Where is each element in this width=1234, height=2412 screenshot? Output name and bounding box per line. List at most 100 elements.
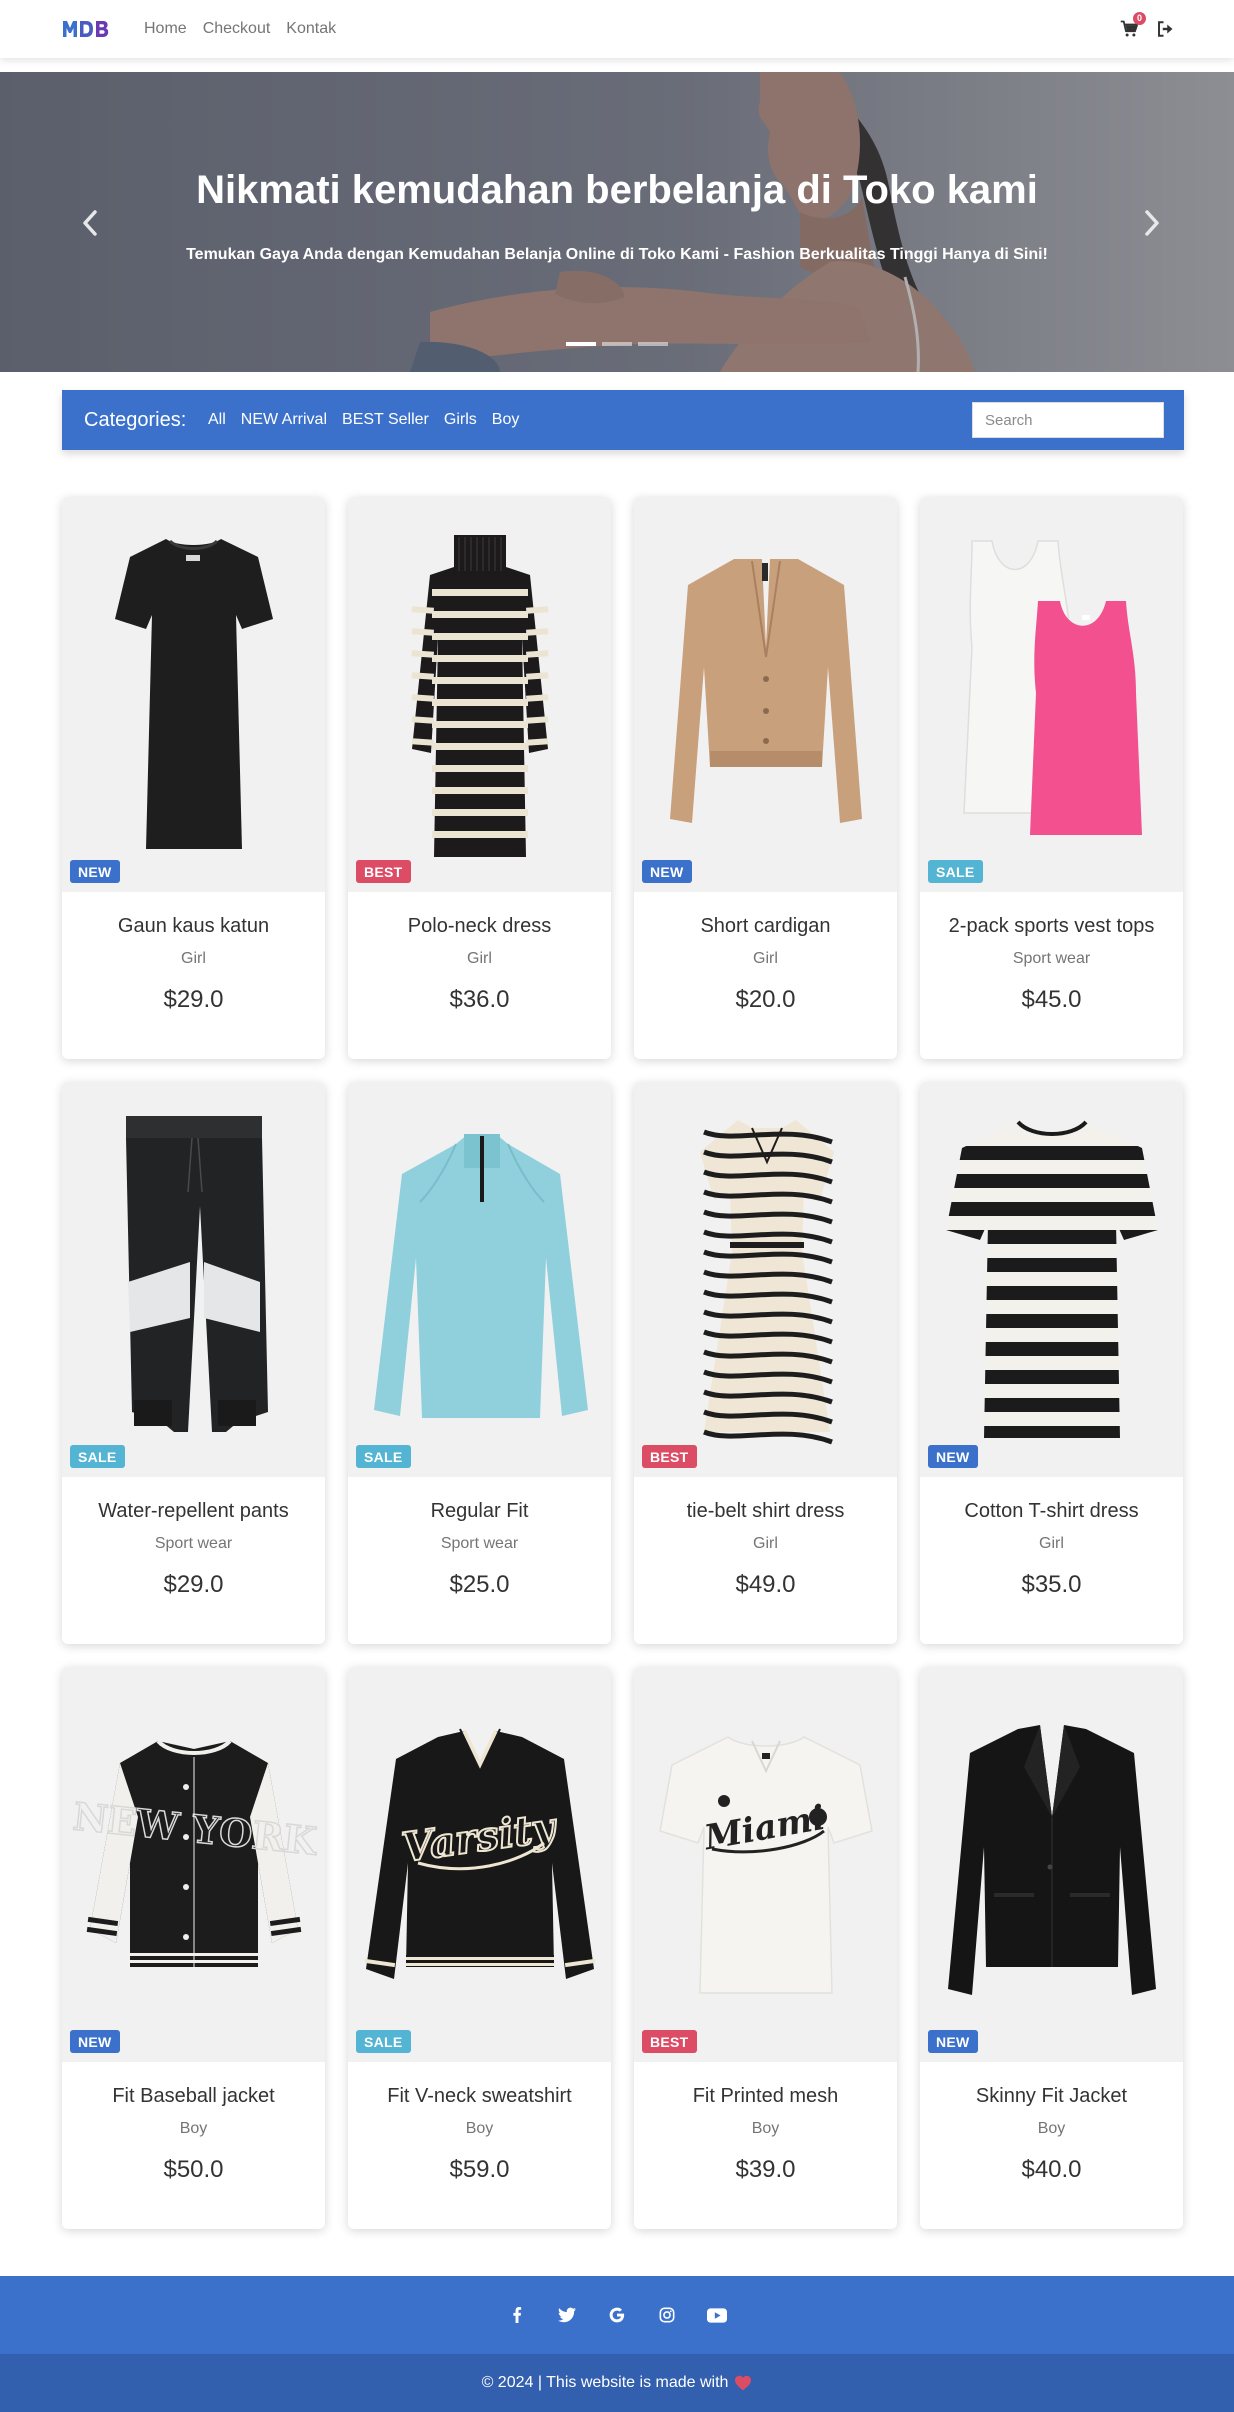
product-category: Boy <box>465 2120 494 2137</box>
product-badge: NEW <box>642 860 692 883</box>
product-image[interactable]: Varsity SALE <box>348 1667 611 2062</box>
cart-count-badge: 0 <box>1133 12 1146 25</box>
instagram-link[interactable] <box>656 2304 678 2326</box>
product-category: Boy <box>179 2120 208 2137</box>
product-name: Fit V-neck sweatshirt <box>387 2085 572 2107</box>
category-best-seller[interactable]: BEST Seller <box>342 411 429 429</box>
product-name: Water-repellent pants <box>98 1500 289 1522</box>
product-photo <box>115 539 273 849</box>
product-category: Sport wear <box>1012 950 1091 967</box>
product-image[interactable]: BEST <box>634 1082 897 1477</box>
product-badge: NEW <box>928 1445 978 1468</box>
product-price: $29.0 <box>163 986 224 1013</box>
product-photo <box>374 1134 588 1418</box>
product-image[interactable]: NEW <box>634 497 897 892</box>
twitter-link[interactable] <box>556 2304 578 2326</box>
category-boy[interactable]: Boy <box>492 411 520 429</box>
product-name: Gaun kaus katun <box>117 915 270 937</box>
product-image[interactable]: NEW <box>920 1082 1183 1477</box>
product-image[interactable]: Miami BEST <box>634 1667 897 2062</box>
product-category: Girl <box>1039 1535 1064 1552</box>
search-input[interactable] <box>972 402 1164 438</box>
product-price: $59.0 <box>449 2156 510 2183</box>
product-card[interactable]: SALE 2-pack sports vest tops Sport wear … <box>920 497 1183 1059</box>
product-card[interactable]: NEW Skinny Fit Jacket Boy $40.0 <box>920 1667 1183 2229</box>
product-name: Cotton T-shirt dress <box>964 1500 1139 1522</box>
google-icon <box>609 2307 625 2323</box>
product-card[interactable]: SALE Regular Fit Sport wear $25.0 <box>348 1082 611 1644</box>
product-price: $39.0 <box>735 2156 796 2183</box>
facebook-link[interactable] <box>506 2304 528 2326</box>
carousel-prev-button[interactable] <box>76 206 106 240</box>
category-girls[interactable]: Girls <box>444 411 477 429</box>
product-image[interactable]: NEW <box>920 1667 1183 2062</box>
facebook-icon <box>513 2307 522 2323</box>
product-image[interactable]: NEW <box>62 497 325 892</box>
product-category: Girl <box>753 1535 778 1552</box>
product-category: Sport wear <box>154 1535 233 1552</box>
nav-link-checkout[interactable]: Checkout <box>203 20 271 38</box>
product-card[interactable]: NEW Gaun kaus katun Girl $29.0 <box>62 497 325 1059</box>
product-category: Girl <box>181 950 206 967</box>
product-image[interactable]: SALE <box>348 1082 611 1477</box>
product-price: $35.0 <box>1021 1571 1082 1598</box>
product-badge: SALE <box>70 1445 125 1468</box>
product-name: 2-pack sports vest tops <box>948 915 1155 937</box>
hero-subtitle: Temukan Gaya Anda dengan Kemudahan Belan… <box>186 246 1048 263</box>
carousel-indicator[interactable] <box>638 342 668 346</box>
cart-button[interactable]: 0 <box>1120 12 1146 38</box>
navbar: Home Checkout Kontak 0 <box>0 0 1234 58</box>
product-card[interactable]: Miami BEST Fit Printed mesh Boy $39.0 <box>634 1667 897 2229</box>
category-new-arrival[interactable]: NEW Arrival <box>241 411 327 429</box>
product-badge: BEST <box>642 2030 697 2053</box>
product-image[interactable]: SALE <box>920 497 1183 892</box>
product-name: Skinny Fit Jacket <box>975 2085 1128 2107</box>
logout-icon <box>1158 21 1173 37</box>
brand-logo[interactable] <box>62 16 116 42</box>
product-price: $20.0 <box>735 986 796 1013</box>
product-image[interactable]: BEST <box>348 497 611 892</box>
product-name: Fit Baseball jacket <box>112 2085 275 2107</box>
product-photo <box>963 540 1142 835</box>
product-photo: Miami <box>659 1736 873 1994</box>
product-card[interactable]: NEW YORK NEW Fit Baseball jacket Boy $50… <box>62 1667 325 2229</box>
heart-icon <box>735 2375 752 2391</box>
product-category: Girl <box>753 950 778 967</box>
product-photo: Varsity <box>364 1728 596 1979</box>
product-card[interactable]: NEW Cotton T-shirt dress Girl $35.0 <box>920 1082 1183 1644</box>
copyright-text: © 2024 | This website is made with <box>481 2374 729 2391</box>
product-badge: BEST <box>642 1445 697 1468</box>
product-photo <box>411 535 549 857</box>
carousel-next-button[interactable] <box>1136 206 1166 240</box>
product-image[interactable]: SALE <box>62 1082 325 1477</box>
product-name: Short cardigan <box>700 915 831 937</box>
hero-carousel: Nikmati kemudahan berbelanja di Toko kam… <box>0 72 1234 372</box>
product-name: Polo-neck dress <box>407 915 552 937</box>
product-photo <box>948 1725 1156 1995</box>
product-badge: SALE <box>356 2030 411 2053</box>
product-card[interactable]: Varsity SALE Fit V-neck sweatshirt Boy $… <box>348 1667 611 2229</box>
product-card[interactable]: SALE Water-repellent pants Sport wear $2… <box>62 1082 325 1644</box>
carousel-indicator[interactable] <box>602 342 632 346</box>
youtube-link[interactable] <box>706 2304 728 2326</box>
youtube-icon <box>707 2307 727 2323</box>
main-nav: Home Checkout Kontak <box>144 0 336 58</box>
product-card[interactable]: NEW Short cardigan Girl $20.0 <box>634 497 897 1059</box>
product-photo <box>946 1120 1158 1438</box>
nav-link-home[interactable]: Home <box>144 20 187 38</box>
nav-link-kontak[interactable]: Kontak <box>286 20 336 38</box>
google-link[interactable] <box>606 2304 628 2326</box>
product-price: $29.0 <box>163 1571 224 1598</box>
product-photo: NEW YORK <box>70 1739 321 1967</box>
product-card[interactable]: BEST tie-belt shirt dress Girl $49.0 <box>634 1082 897 1644</box>
categories-label: Categories: <box>84 409 187 431</box>
product-image[interactable]: NEW YORK NEW <box>62 1667 325 2062</box>
carousel-indicator[interactable] <box>566 342 596 346</box>
nav-icons: 0 <box>1120 0 1174 58</box>
product-badge: SALE <box>356 1445 411 1468</box>
category-all[interactable]: All <box>208 411 226 429</box>
product-card[interactable]: BEST Polo-neck dress Girl $36.0 <box>348 497 611 1059</box>
product-photo <box>126 1116 268 1432</box>
instagram-icon <box>659 2307 675 2323</box>
logout-button[interactable] <box>1156 20 1174 38</box>
